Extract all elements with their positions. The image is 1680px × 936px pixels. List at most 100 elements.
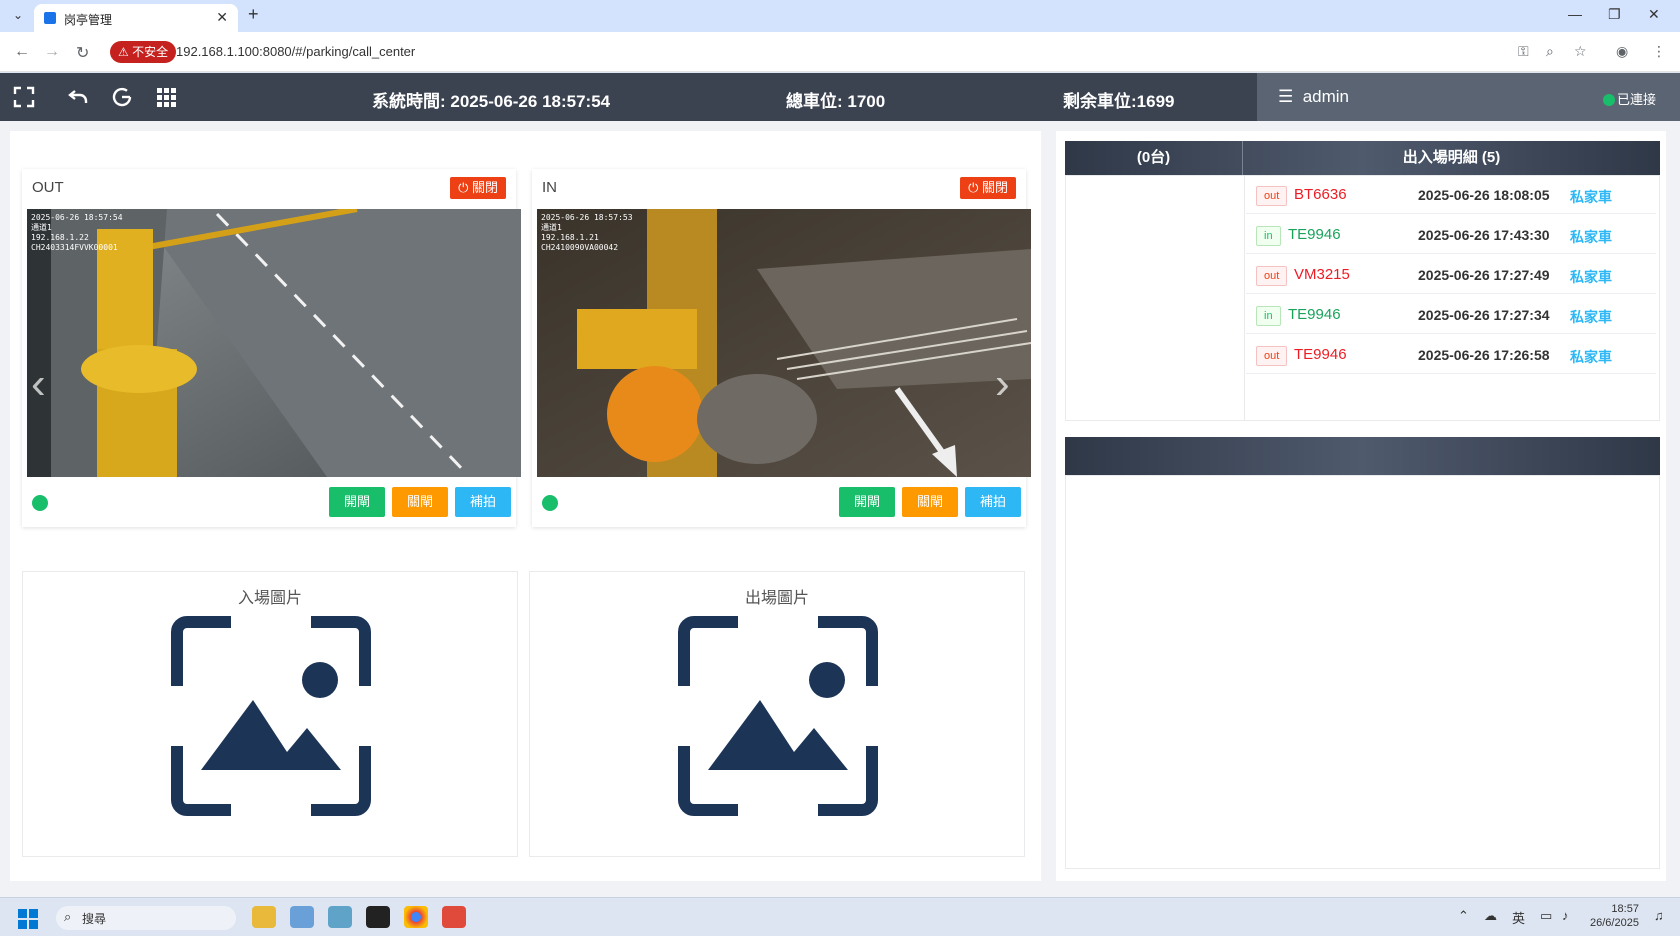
osd-line: CH2403314FVVK00001 bbox=[31, 243, 118, 252]
close-gate-button[interactable]: 關閘 bbox=[392, 487, 448, 517]
security-label: 不安全 bbox=[132, 45, 169, 59]
browser-menu-icon[interactable]: ⋮ bbox=[1652, 43, 1666, 60]
apps-grid-icon[interactable] bbox=[154, 85, 178, 109]
vehicle-type-link[interactable]: 私家車 bbox=[1570, 267, 1612, 287]
restore-icon[interactable]: ❐ bbox=[1608, 6, 1621, 23]
vehicle-type-link[interactable]: 私家車 bbox=[1570, 347, 1612, 367]
records-list: out BT6636 2025-06-26 18:08:05 私家車 in TE… bbox=[1065, 175, 1660, 421]
tab-list-chevron-icon[interactable]: ⌄ bbox=[8, 8, 28, 24]
column-divider bbox=[1244, 176, 1245, 420]
input-language[interactable]: 英 bbox=[1512, 908, 1525, 927]
image-placeholder-icon bbox=[678, 616, 878, 816]
camera-close-button[interactable]: ⏻ 關閉 bbox=[960, 177, 1016, 199]
app-header: 系統時間: 2025-06-26 18:57:54 總車位: 1700 剩余車位… bbox=[0, 73, 1680, 121]
direction-tag: in bbox=[1256, 226, 1281, 246]
hamburger-menu-icon[interactable]: ☰ bbox=[1278, 87, 1293, 106]
vehicle-type-link[interactable]: 私家車 bbox=[1570, 307, 1612, 327]
recapture-button[interactable]: 補拍 bbox=[455, 487, 511, 517]
record-time: 2025-06-26 17:26:58 bbox=[1418, 347, 1550, 363]
taskbar-clock[interactable]: 18:57 26/6/2025 bbox=[1590, 902, 1639, 930]
camera-close-label: 關閉 bbox=[981, 180, 1008, 195]
tab-title: 岗亭管理 bbox=[64, 13, 113, 27]
search-icon: ⌕ bbox=[64, 909, 72, 924]
plate-number: BT6636 bbox=[1294, 186, 1347, 203]
record-row[interactable]: out VM3215 2025-06-26 17:27:49 私家車 bbox=[1246, 258, 1656, 294]
exit-image-title: 出場圖片 bbox=[744, 590, 809, 607]
record-row[interactable]: out TE9946 2025-06-26 17:26:58 私家車 bbox=[1246, 338, 1656, 374]
entry-image-title: 入場圖片 bbox=[237, 590, 302, 607]
snipping-tool-icon[interactable] bbox=[290, 906, 314, 928]
back-icon[interactable]: ← bbox=[14, 43, 30, 61]
search-placeholder: 搜尋 bbox=[82, 912, 107, 926]
camera-title: OUT bbox=[32, 179, 64, 196]
network-icon[interactable]: ☁ bbox=[1484, 908, 1497, 924]
record-row[interactable]: in TE9946 2025-06-26 17:43:30 私家車 bbox=[1246, 218, 1656, 254]
minimize-icon[interactable]: — bbox=[1568, 6, 1582, 22]
total-spaces: 總車位: 1700 bbox=[786, 92, 886, 111]
terminal-icon[interactable] bbox=[366, 906, 390, 928]
camera-panel: OUT ⏻ 關閉 2025-06-26 18:57:54 通道1 192.168… bbox=[10, 131, 1041, 881]
tab-favicon-icon bbox=[44, 12, 56, 24]
volume-icon[interactable]: ♪ bbox=[1562, 908, 1569, 923]
vehicle-type-link[interactable]: 私家車 bbox=[1570, 227, 1612, 247]
osd-line: 2025-06-26 18:57:54 bbox=[31, 213, 123, 222]
fullscreen-icon[interactable] bbox=[12, 85, 36, 109]
record-row[interactable]: in TE9946 2025-06-26 17:27:34 私家車 bbox=[1246, 298, 1656, 334]
bookmark-star-icon[interactable]: ☆ bbox=[1574, 43, 1587, 60]
tray-overflow-icon[interactable]: ⌃ bbox=[1458, 908, 1469, 924]
notification-bell-icon[interactable]: ♫ bbox=[1654, 908, 1664, 923]
tab-close-icon[interactable]: ✕ bbox=[216, 9, 228, 26]
zoom-icon[interactable]: ⌕ bbox=[1546, 43, 1554, 60]
open-gate-button[interactable]: 開閘 bbox=[839, 487, 895, 517]
camera-osd: 2025-06-26 18:57:54 通道1 192.168.1.22 CH2… bbox=[31, 213, 123, 253]
undo-icon[interactable] bbox=[66, 85, 90, 109]
browser-tab[interactable]: 岗亭管理 ✕ bbox=[34, 4, 238, 32]
new-tab-icon[interactable]: + bbox=[248, 4, 259, 25]
carousel-next-icon[interactable]: › bbox=[995, 359, 1010, 409]
record-time: 2025-06-26 17:43:30 bbox=[1418, 227, 1550, 243]
camera-title: IN bbox=[542, 179, 557, 196]
osd-line: 192.168.1.22 bbox=[31, 233, 89, 242]
active-app-icon[interactable] bbox=[442, 906, 466, 928]
reload-icon[interactable]: ↻ bbox=[76, 43, 89, 63]
key-icon[interactable]: ⚿ bbox=[1518, 43, 1529, 60]
photos-app-icon[interactable] bbox=[328, 906, 352, 928]
camera-close-button[interactable]: ⏻ 關閉 bbox=[450, 177, 506, 199]
user-menu[interactable]: ☰ admin bbox=[1278, 87, 1349, 107]
entry-image-card: 入場圖片 bbox=[22, 571, 518, 857]
close-gate-button[interactable]: 關閘 bbox=[902, 487, 958, 517]
osd-line: 通道1 bbox=[541, 223, 562, 232]
secondary-panel-body bbox=[1065, 475, 1660, 869]
connection-status-label: 已連接 bbox=[1617, 92, 1657, 107]
direction-tag: out bbox=[1256, 186, 1288, 206]
address-bar: ← → ↻ ⚠ 不安全 192.168.1.100:8080/#/parking… bbox=[0, 32, 1680, 72]
carousel-prev-icon[interactable]: ‹ bbox=[31, 359, 46, 409]
display-icon[interactable]: ▭ bbox=[1540, 908, 1552, 924]
security-warning-badge[interactable]: ⚠ 不安全 bbox=[110, 41, 177, 63]
file-explorer-icon[interactable] bbox=[252, 906, 276, 928]
refresh-icon[interactable] bbox=[110, 85, 134, 109]
profile-icon[interactable]: ◉ bbox=[1616, 43, 1628, 60]
url-input[interactable]: 192.168.1.100:8080/#/parking/call_center bbox=[176, 44, 415, 59]
remaining-spaces: 剩余車位:1699 bbox=[1063, 92, 1175, 111]
osd-line: 2025-06-26 18:57:53 bbox=[541, 213, 633, 222]
taskbar-search[interactable]: ⌕ 搜尋 bbox=[56, 906, 236, 930]
windows-start-icon[interactable] bbox=[18, 909, 38, 929]
window-close-icon[interactable]: ✕ bbox=[1648, 6, 1660, 23]
record-row[interactable]: out BT6636 2025-06-26 18:08:05 私家車 bbox=[1246, 178, 1656, 214]
records-panel: (0台) 出入場明細 (5) out BT6636 2025-06-26 18:… bbox=[1056, 131, 1666, 881]
forward-icon[interactable]: → bbox=[44, 43, 60, 61]
vehicle-type-link[interactable]: 私家車 bbox=[1570, 187, 1612, 207]
records-detail-header: 出入場明細 (5) bbox=[1402, 149, 1501, 166]
os-taskbar: ⌕ 搜尋 ⌃ ☁ 英 ▭ ♪ 18:57 26/6/2025 ♫ bbox=[0, 897, 1680, 936]
clock-date: 26/6/2025 bbox=[1590, 917, 1639, 929]
browser-tabstrip: ⌄ 岗亭管理 ✕ + — ❐ ✕ bbox=[0, 0, 1680, 32]
recapture-button[interactable]: 補拍 bbox=[965, 487, 1021, 517]
exit-image-card: 出場圖片 bbox=[529, 571, 1025, 857]
plate-number: TE9946 bbox=[1288, 306, 1341, 323]
camera-card-in: IN ⏻ 關閉 2025-06-26 18:57:53 通道1 192.168.… bbox=[532, 169, 1031, 527]
open-gate-button[interactable]: 開閘 bbox=[329, 487, 385, 517]
chrome-icon[interactable] bbox=[404, 906, 428, 928]
plate-number: TE9946 bbox=[1294, 346, 1347, 363]
direction-tag: in bbox=[1256, 306, 1281, 326]
